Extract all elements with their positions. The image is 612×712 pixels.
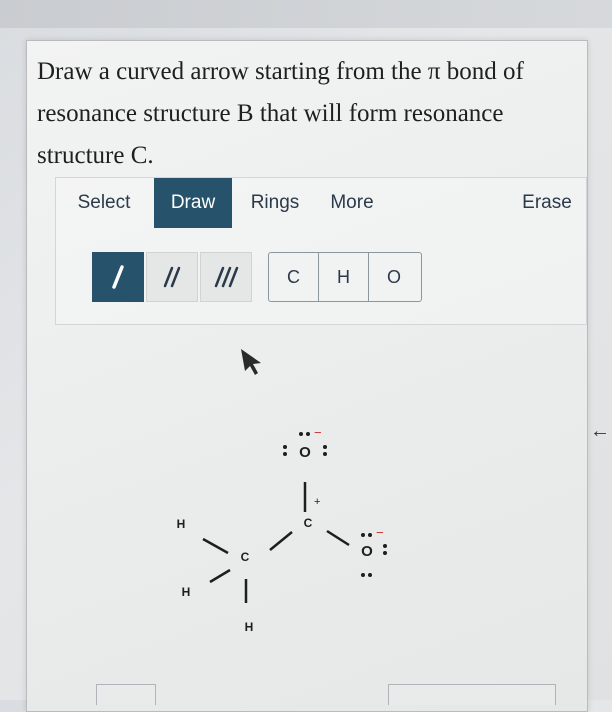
single-bond-icon (112, 265, 124, 289)
atom-o-top[interactable]: O (299, 444, 311, 461)
tab-rings[interactable]: Rings (240, 178, 310, 228)
tab-more[interactable]: More (320, 178, 384, 228)
lone-pair-dot (361, 533, 365, 537)
atom-c-central[interactable]: C (241, 550, 250, 564)
tab-select[interactable]: Select (56, 178, 152, 228)
charge-c-carbonyl: + (314, 496, 320, 508)
lone-pair-dot (283, 445, 287, 449)
bottom-tab-right (388, 684, 556, 705)
arrow-left-icon: ← (590, 420, 610, 442)
lone-pair-dot (383, 544, 387, 548)
question-line-2: resonance structure B that will form res… (37, 100, 504, 127)
lone-pair-dot (283, 452, 287, 456)
atom-o-right[interactable]: O (361, 543, 373, 560)
tab-erase[interactable]: Erase (516, 178, 578, 228)
atom-tools: C H O (268, 252, 422, 302)
lone-pair-dot (368, 573, 372, 577)
mouse-cursor-icon (241, 349, 261, 375)
atom-h-bottom[interactable]: H (245, 620, 254, 634)
double-bond-button[interactable] (146, 252, 198, 302)
atom-button-h[interactable]: H (319, 253, 369, 301)
bond-c-o-right[interactable] (326, 529, 350, 547)
drawing-canvas[interactable]: O − C + C O − H H H (27, 341, 587, 711)
lone-pair-dot (383, 551, 387, 555)
bond-h-upper[interactable] (202, 537, 229, 555)
atom-button-c[interactable]: C (269, 253, 319, 301)
question-line-3: structure C. (37, 142, 154, 169)
bond-c-c[interactable] (269, 531, 293, 551)
charge-o-top: − (314, 425, 322, 440)
question-line-1: Draw a curved arrow starting from the π … (37, 58, 524, 85)
atom-c-carbonyl[interactable]: C (304, 516, 313, 530)
lone-pair-dot (306, 432, 310, 436)
lone-pair-dot (361, 573, 365, 577)
question-text: Draw a curved arrow starting from the π … (37, 51, 567, 177)
tab-draw[interactable]: Draw (154, 178, 232, 228)
triple-bond-icon (214, 266, 239, 288)
atom-h-upper[interactable]: H (177, 517, 186, 531)
lone-pair-dot (299, 432, 303, 436)
bond-h-lower[interactable] (209, 568, 231, 584)
charge-o-right: − (376, 525, 384, 540)
lone-pair-dot (368, 533, 372, 537)
atom-h-lower[interactable]: H (182, 585, 191, 599)
single-bond-button[interactable] (92, 252, 144, 302)
atom-button-o[interactable]: O (369, 253, 419, 301)
top-strip (0, 0, 612, 28)
lone-pair-dot (323, 445, 327, 449)
double-bond-icon (163, 266, 181, 288)
bottom-tab-left (96, 684, 156, 705)
lone-pair-dot (323, 452, 327, 456)
drawing-toolbar: Select Draw Rings More Erase C H O (55, 177, 587, 325)
question-panel: Draw a curved arrow starting from the π … (26, 40, 588, 712)
triple-bond-button[interactable] (200, 252, 252, 302)
